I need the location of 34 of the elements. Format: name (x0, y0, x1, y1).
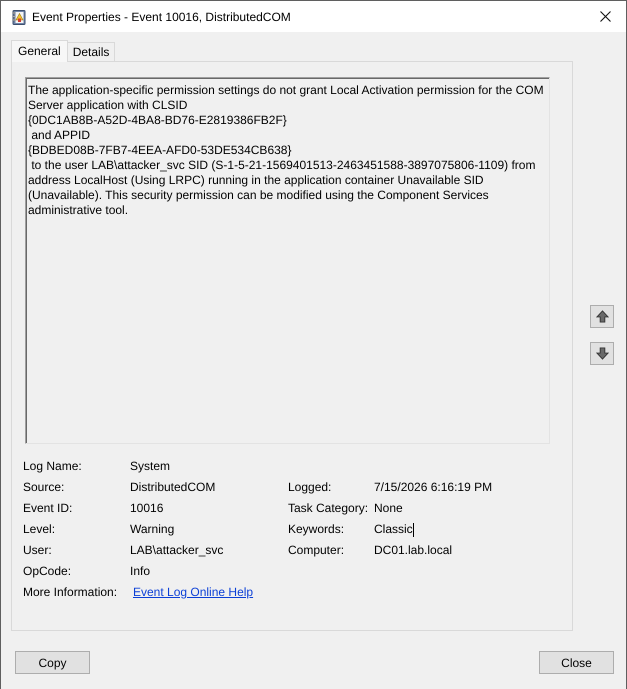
field-label: Keywords: (288, 522, 346, 537)
field-value: LAB\attacker_svc (130, 543, 224, 558)
field-label: Task Category: (288, 501, 370, 516)
field-label: Logged: (288, 480, 332, 495)
field-value: DC01.lab.local (374, 543, 452, 558)
field-value: Info (130, 564, 150, 579)
field-value: 7/15/2026 6:16:19 PM (374, 480, 492, 495)
field-label: Level: (23, 522, 56, 537)
field-label: OpCode: (23, 564, 72, 579)
field-value: Warning (130, 522, 174, 537)
field-value: 10016 (130, 501, 164, 516)
tab[interactable]: General (11, 40, 68, 62)
help-link[interactable]: Event Log Online Help (133, 585, 254, 600)
field-value: None (374, 501, 403, 516)
notebook-icon (11, 8, 27, 24)
dialog-button[interactable]: Copy (15, 651, 90, 674)
window-title: Event Properties - Event 10016, DistributedCOM (32, 10, 291, 24)
tab[interactable]: Details (66, 42, 116, 61)
down-arrow-icon (596, 347, 608, 360)
field-value: Classic (374, 522, 413, 537)
description-text-box[interactable]: The application-specific permission settings do not grant Local Activation permission for the COM Server application with CLSID {0DC1AB8B-A52D-4BA8-BD76-E2819386FB2F} and APPID {BDBED08B-7FB7-4EEA-AFD0-53DE534CB638} to the user LAB\attacker_svc SID (S-1-5-21-1569401513-2463451588-3897075806-1109) from address LocalHost (Using LRPC) running in the application container Unavailable SID (Unavailable). This security permission can be modified using the Component Services administrative tool. (25, 77, 550, 444)
dialog-button[interactable]: Close (539, 651, 614, 674)
field-value: DistributedCOM (130, 480, 216, 495)
field-label: Event ID: (23, 501, 74, 516)
up-arrow-icon (596, 310, 608, 323)
field-label: Log Name: (23, 459, 83, 474)
close-icon[interactable] (600, 11, 611, 22)
field-value: System (130, 459, 170, 474)
field-label: User: (23, 543, 53, 558)
field-label: Computer: (288, 543, 346, 558)
field-label: Source: (23, 480, 66, 495)
down-button[interactable] (590, 342, 614, 365)
field-label: More Information: (23, 585, 118, 600)
up-button[interactable] (590, 305, 614, 328)
